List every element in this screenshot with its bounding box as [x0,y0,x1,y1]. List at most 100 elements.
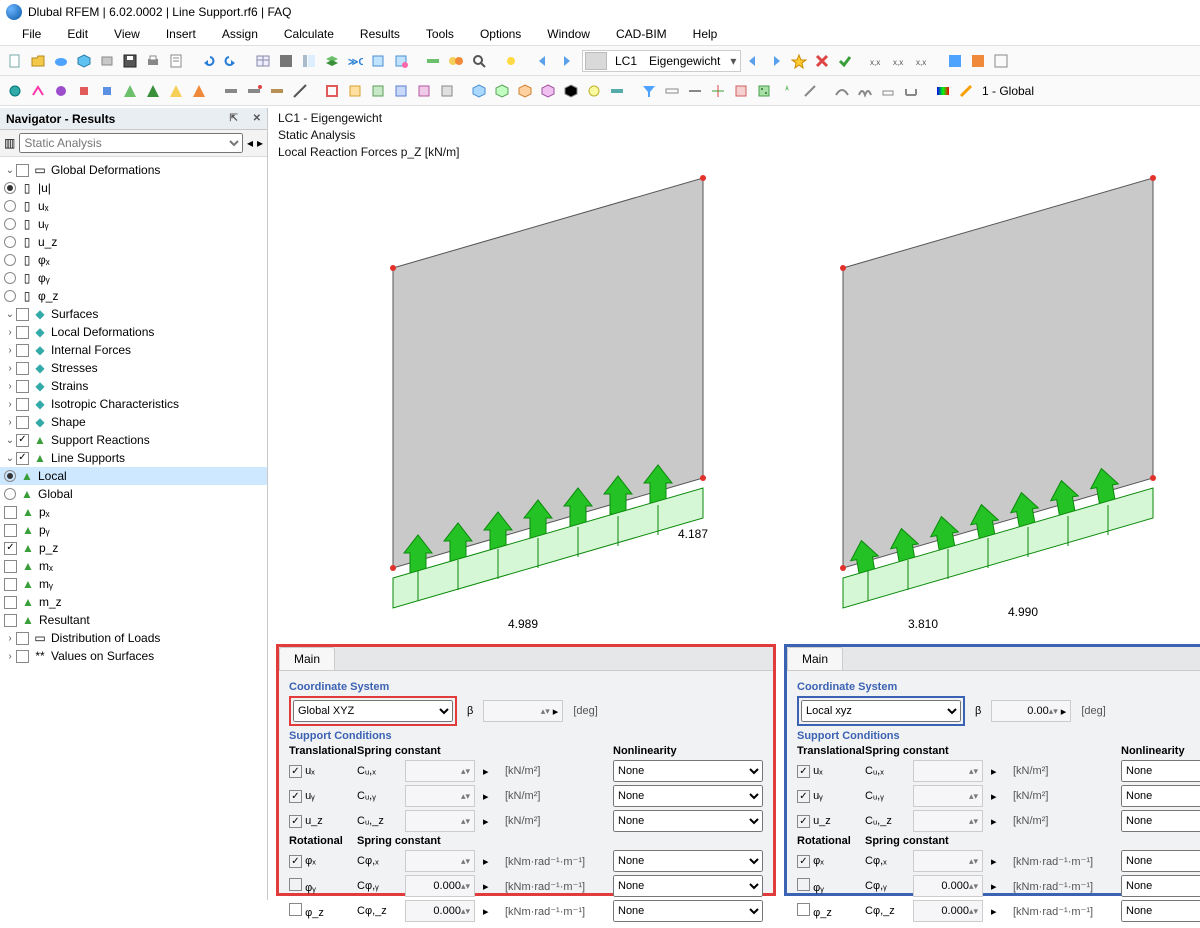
t2-6[interactable] [119,80,141,102]
tree-uz[interactable]: u_z [38,235,267,249]
nl2-uz[interactable]: None [1121,810,1200,832]
t2-5[interactable] [96,80,118,102]
menu-options[interactable]: Options [468,24,533,45]
grid2-icon[interactable] [730,80,752,102]
prev-filter-icon[interactable]: ◂ [247,136,253,150]
cphx-val[interactable]: ▴▾ [405,850,475,872]
t2-1[interactable] [4,80,26,102]
open-icon[interactable] [27,50,49,72]
ruler-icon[interactable] [661,80,683,102]
axis-icon[interactable] [707,80,729,102]
tree-u[interactable]: |u| [38,181,267,195]
nl-phy[interactable]: None [613,875,763,897]
t2-20[interactable] [468,80,490,102]
cb-uy[interactable] [289,790,302,803]
tree-stresses[interactable]: Stresses [51,361,267,375]
layers-icon[interactable] [321,50,343,72]
cphy-val[interactable]: 0.000 ▴▾ [405,875,475,897]
panel-icon-2[interactable] [967,50,989,72]
redo-icon[interactable] [220,50,242,72]
t2-19[interactable] [436,80,458,102]
line-icon[interactable] [799,80,821,102]
xyz-icon-1[interactable]: x,x [866,50,888,72]
tree-vos[interactable]: Values on Surfaces [51,649,267,663]
tree-px[interactable]: pₓ [39,505,267,519]
span2-icon[interactable] [854,80,876,102]
t2-3[interactable] [50,80,72,102]
tree-ux[interactable]: uₓ [38,199,267,213]
cs-select-local[interactable]: Local xyz [801,700,961,722]
cb2-uy[interactable] [797,790,810,803]
menu-help[interactable]: Help [681,24,730,45]
new-icon[interactable] [4,50,26,72]
sun-icon[interactable] [500,50,522,72]
tree-iso[interactable]: Isotropic Characteristics [51,397,267,411]
nav-icon[interactable] [776,80,798,102]
filter-icon[interactable] [638,80,660,102]
nl2-phz[interactable]: None [1121,900,1200,922]
nl2-ux[interactable]: None [1121,760,1200,782]
left-icon[interactable] [532,50,554,72]
tree-resultant[interactable]: Resultant [39,613,267,627]
block-icon[interactable] [96,50,118,72]
t2-12[interactable] [266,80,288,102]
cs-select-global[interactable]: Global XYZ [293,700,453,722]
t2-25[interactable] [583,80,605,102]
beta-value[interactable]: ▴▾ ▸ [483,700,563,722]
filter-type-icon[interactable]: ▥ [4,136,15,150]
cb-phy[interactable] [289,878,302,891]
cloud-icon[interactable] [50,50,72,72]
cuz-val[interactable]: ▴▾ [405,810,475,832]
t2-13[interactable] [289,80,311,102]
pencil-icon[interactable] [955,80,977,102]
tree-mz[interactable]: m_z [39,595,267,609]
cb2-phx[interactable] [797,855,810,868]
panel-icon-3[interactable] [990,50,1012,72]
xyz-icon-3[interactable]: x,x [912,50,934,72]
t2-23[interactable] [537,80,559,102]
prev-icon[interactable] [742,50,764,72]
nl-phz[interactable]: None [613,900,763,922]
span1-icon[interactable] [831,80,853,102]
span4-icon[interactable] [900,80,922,102]
tree-global[interactable]: Global [38,487,267,501]
viewport-3d[interactable]: LC1 - Eigengewicht Static Analysis Local… [268,108,1200,900]
calc-icon[interactable]: ≫C [344,50,366,72]
cb-phz[interactable] [289,903,302,916]
t2-8[interactable] [165,80,187,102]
tree-mx[interactable]: mₓ [39,559,267,573]
tree-dist-loads[interactable]: Distribution of Loads [51,631,267,645]
cb-phx[interactable] [289,855,302,868]
nl2-phy[interactable]: None [1121,875,1200,897]
t2-11[interactable] [243,80,265,102]
pin-icon[interactable]: ⇱ [229,113,237,124]
nl-uy[interactable]: None [613,785,763,807]
nl-phx[interactable]: None [613,850,763,872]
tree-py[interactable]: pᵧ [39,523,267,537]
gradient-icon[interactable] [932,80,954,102]
tree-phiy[interactable]: φᵧ [38,271,267,285]
dice-icon[interactable] [753,80,775,102]
t2-10[interactable] [220,80,242,102]
undo-icon[interactable] [197,50,219,72]
t2-4[interactable] [73,80,95,102]
delete-icon[interactable] [811,50,833,72]
results-icon[interactable] [367,50,389,72]
global-tag[interactable]: 1 - Global [982,84,1034,98]
tree-line-supports[interactable]: Line Supports [51,451,267,465]
menu-window[interactable]: Window [535,24,602,45]
menu-view[interactable]: View [102,24,152,45]
print-icon[interactable] [142,50,164,72]
nl2-uy[interactable]: None [1121,785,1200,807]
menu-file[interactable]: File [10,24,53,45]
t2-24[interactable] [560,80,582,102]
menu-assign[interactable]: Assign [210,24,270,45]
zoom-icon[interactable] [468,50,490,72]
tree-phix[interactable]: φₓ [38,253,267,267]
nl-ux[interactable]: None [613,760,763,782]
cb-uz[interactable] [289,815,302,828]
menu-calculate[interactable]: Calculate [272,24,346,45]
menu-results[interactable]: Results [348,24,412,45]
tree-my[interactable]: mᵧ [39,577,267,591]
menu-tools[interactable]: Tools [414,24,466,45]
